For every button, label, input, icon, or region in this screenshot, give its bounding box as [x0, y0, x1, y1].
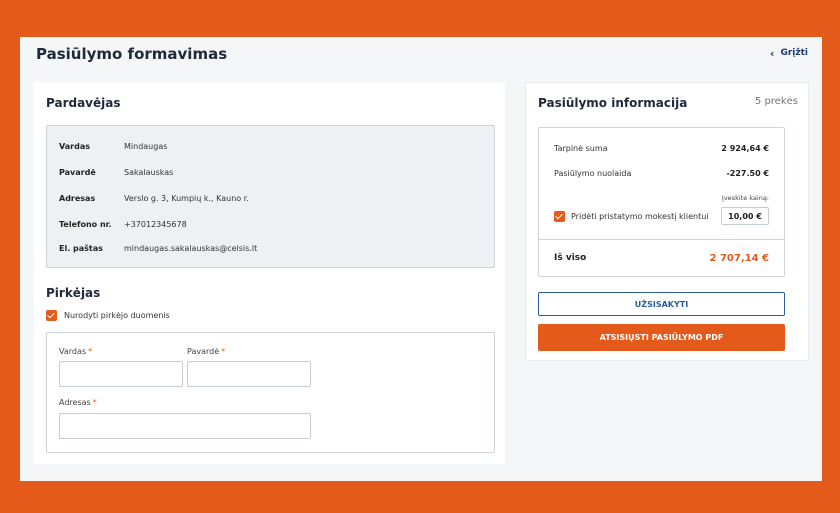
- last-name-input[interactable]: [187, 361, 311, 387]
- discount-label: Pasiūlymo nuolaida: [554, 169, 632, 178]
- last-name-label-text: Pavardė: [187, 347, 220, 356]
- seller-key: Pavardė: [59, 168, 96, 177]
- enter-price-label: Įveskite kainą:: [721, 194, 769, 202]
- back-button[interactable]: ‹ Grįžti: [769, 46, 808, 60]
- checkbox-checked-icon: [554, 211, 565, 222]
- left-card: Pardavėjas Vardas Mindaugas Pavardė Saka…: [34, 82, 505, 464]
- divider: [539, 239, 784, 240]
- address-label-text: Adresas: [59, 398, 91, 407]
- seller-value: +37012345678: [124, 220, 187, 229]
- seller-info-box: Vardas Mindaugas Pavardė Sakalauskas Adr…: [46, 125, 495, 268]
- discount-row: Pasiūlymo nuolaida -227.50 €: [554, 169, 769, 178]
- download-pdf-button[interactable]: ATSISIŲSTI PASIŪLYMO PDF: [538, 324, 785, 351]
- seller-row: Vardas Mindaugas: [59, 142, 167, 151]
- buyer-title: Pirkėjas: [46, 286, 101, 300]
- chevron-left-icon: ‹: [769, 46, 775, 60]
- address-label: Adresas *: [59, 398, 97, 407]
- seller-key: Vardas: [59, 142, 90, 151]
- seller-row: Adresas Verslo g. 3, Kumpių k., Kauno r.: [59, 194, 249, 203]
- seller-title: Pardavėjas: [46, 96, 121, 110]
- seller-row: El. paštas mindaugas.sakalauskas@celsis.…: [59, 244, 257, 253]
- items-count: 5 prekės: [754, 96, 798, 107]
- order-button[interactable]: UŽSISAKYTI: [538, 292, 785, 316]
- subtotal-label: Tarpinė suma: [554, 144, 608, 153]
- seller-key: Adresas: [59, 194, 96, 203]
- first-name-label-text: Vardas: [59, 347, 87, 356]
- last-name-label: Pavardė *: [187, 347, 225, 356]
- offer-summary-card: Pasiūlymo informacija 5 prekės Tarpinė s…: [525, 82, 809, 361]
- page-title: Pasiūlymo formavimas: [36, 45, 228, 63]
- seller-value: mindaugas.sakalauskas@celsis.lt: [124, 244, 258, 253]
- subtotal-row: Tarpinė suma 2 924,64 €: [554, 144, 769, 153]
- app-window: Pasiūlymo formavimas ‹ Grįžti Pardavėjas…: [20, 37, 822, 481]
- seller-key: Telefono nr.: [59, 220, 112, 229]
- seller-value: Verslo g. 3, Kumpių k., Kauno r.: [124, 194, 249, 203]
- checkbox-checked-icon: [46, 310, 57, 321]
- buyer-data-checkbox[interactable]: Nurodyti pirkėjo duomenis: [46, 310, 170, 321]
- required-mark: *: [92, 398, 97, 407]
- summary-box: Tarpinė suma 2 924,64 € Pasiūlymo nuolai…: [538, 127, 785, 277]
- required-mark: *: [221, 347, 226, 356]
- seller-row: Pavardė Sakalauskas: [59, 168, 173, 177]
- seller-key: El. paštas: [59, 244, 103, 253]
- required-mark: *: [88, 347, 93, 356]
- first-name-label: Vardas *: [59, 347, 92, 356]
- buyer-form: Vardas * Pavardė * Adresas *: [46, 332, 495, 453]
- total-label: Iš viso: [554, 253, 587, 263]
- total-row: Iš viso 2 707,14 €: [554, 253, 769, 264]
- total-value: 2 707,14 €: [709, 253, 769, 264]
- delivery-price-input[interactable]: 10,00 €: [721, 207, 769, 225]
- back-label: Grįžti: [780, 48, 808, 58]
- first-name-input[interactable]: [59, 361, 183, 387]
- seller-row: Telefono nr. +37012345678: [59, 220, 187, 229]
- delivery-label: Pridėti pristatymo mokestį klientui: [571, 212, 709, 221]
- delivery-checkbox[interactable]: Pridėti pristatymo mokestį klientui: [554, 211, 709, 222]
- offer-title: Pasiūlymo informacija: [538, 96, 688, 110]
- discount-value: -227.50 €: [726, 169, 769, 178]
- subtotal-value: 2 924,64 €: [721, 144, 769, 153]
- address-input[interactable]: [59, 413, 311, 439]
- seller-value: Mindaugas: [124, 142, 168, 151]
- seller-value: Sakalauskas: [124, 168, 174, 177]
- buyer-checkbox-label: Nurodyti pirkėjo duomenis: [64, 311, 170, 320]
